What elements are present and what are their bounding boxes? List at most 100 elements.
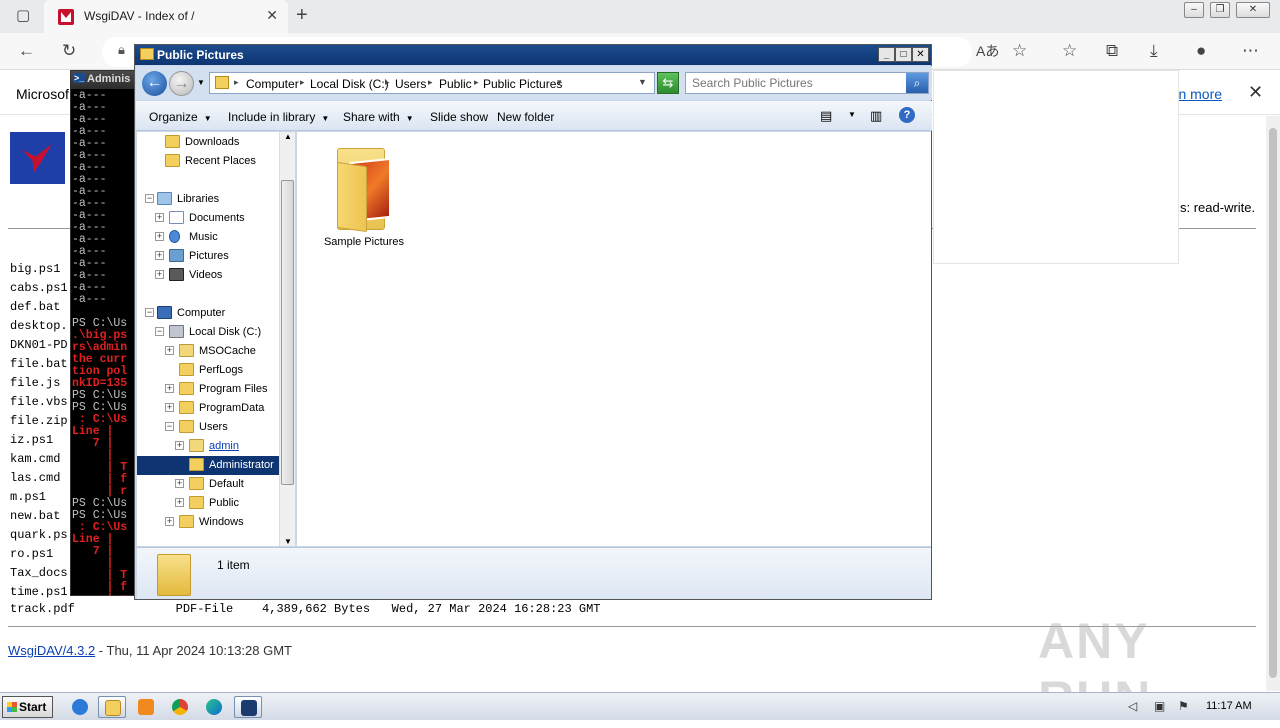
file-row[interactable]: DKN01-PD bbox=[10, 336, 68, 355]
tree-item-perflogs[interactable]: PerfLogs bbox=[165, 361, 279, 380]
tree-item-users[interactable]: − Users bbox=[165, 418, 279, 437]
taskbar-powershell[interactable] bbox=[234, 696, 262, 718]
page-scrollbar[interactable] bbox=[1266, 116, 1280, 691]
file-row[interactable]: Tax_docs bbox=[10, 564, 68, 583]
file-row[interactable]: las.cmd bbox=[10, 469, 68, 488]
profile-avatar-icon[interactable]: ● bbox=[1196, 41, 1206, 61]
address-dropdown-icon[interactable]: ▼ bbox=[638, 77, 647, 87]
tree-item-documents[interactable]: + Documents bbox=[155, 209, 279, 228]
clock[interactable]: 11:17 AM bbox=[1206, 700, 1252, 712]
downloads-icon[interactable]: ⤓ bbox=[1150, 41, 1158, 61]
browser-minimize-button[interactable]: – bbox=[1184, 2, 1204, 18]
file-row[interactable]: time.ps1 bbox=[10, 583, 68, 602]
explorer-titlebar[interactable]: Public Pictures _ □ ✕ bbox=[135, 45, 931, 65]
wsgidav-version-link[interactable]: WsgiDAV/4.3.2 bbox=[8, 643, 95, 658]
search-icon[interactable]: ⌕ bbox=[906, 73, 928, 93]
powershell-window[interactable]: Adminis -a--- -a--- -a--- -a--- -a--- -a… bbox=[70, 70, 141, 596]
slide-show-button[interactable]: Slide show bbox=[430, 110, 488, 124]
view-dropdown-icon[interactable]: ▼ bbox=[848, 110, 856, 119]
file-row[interactable]: file.zip bbox=[10, 412, 68, 431]
sample-pictures-folder[interactable]: Sample Pictures bbox=[319, 142, 409, 248]
breadcrumb-arrow-icon[interactable]: ▸ bbox=[385, 77, 390, 88]
organize-button[interactable]: Organize ▼ bbox=[149, 110, 212, 124]
taskbar-chrome[interactable] bbox=[166, 696, 194, 718]
info-bar-close-icon[interactable]: ✕ bbox=[1248, 82, 1263, 103]
tree-item-music[interactable]: + Music bbox=[155, 228, 279, 247]
file-row[interactable]: new.bat bbox=[10, 507, 68, 526]
maximize-button[interactable]: □ bbox=[895, 47, 912, 62]
breadcrumb-arrow-icon[interactable]: ▸ bbox=[300, 77, 305, 88]
collections-icon[interactable]: ⧉ bbox=[1106, 41, 1118, 61]
search-box[interactable]: ⌕ bbox=[685, 72, 929, 94]
tree-item-pictures[interactable]: + Pictures bbox=[155, 247, 279, 266]
new-folder-button[interactable]: New folder bbox=[497, 110, 554, 124]
search-input[interactable] bbox=[686, 73, 896, 93]
tree-item-recent-places[interactable]: Recent Places bbox=[151, 152, 279, 171]
taskbar-edge[interactable] bbox=[200, 696, 228, 718]
browser-close-button[interactable]: ✕ bbox=[1236, 2, 1270, 18]
read-aloud-icon[interactable]: Aあ bbox=[976, 41, 999, 61]
tree-scrollbar-thumb[interactable] bbox=[281, 180, 294, 485]
breadcrumb-users[interactable]: Users bbox=[395, 77, 426, 91]
tree-item-admin[interactable]: + admin bbox=[175, 437, 279, 456]
tree-item-public[interactable]: + Public bbox=[175, 494, 279, 513]
refresh-button[interactable]: ⇆ bbox=[657, 72, 679, 94]
file-row[interactable]: desktop. bbox=[10, 317, 68, 336]
recent-pages-dropdown-icon[interactable]: ▼ bbox=[197, 78, 205, 87]
breadcrumb[interactable]: ▸ Computer ▸ Local Disk (C:) ▸ Users ▸ P… bbox=[209, 72, 655, 94]
tree-item-program-files[interactable]: + Program Files bbox=[165, 380, 279, 399]
taskbar-explorer[interactable] bbox=[98, 696, 126, 718]
tree-item-videos[interactable]: + Videos bbox=[155, 266, 279, 285]
scroll-down-icon[interactable]: ▼ bbox=[281, 537, 295, 546]
forward-button[interactable]: → bbox=[169, 71, 194, 96]
tree-scrollbar[interactable]: ▲ ▼ bbox=[279, 132, 295, 546]
help-icon[interactable]: ? bbox=[899, 107, 915, 123]
breadcrumb-public[interactable]: Public bbox=[439, 77, 472, 91]
file-row[interactable]: file.js bbox=[10, 374, 68, 393]
tab-close-icon[interactable]: ✕ bbox=[266, 7, 278, 24]
tree-item-windows[interactable]: + Windows bbox=[165, 513, 279, 532]
preview-pane-icon[interactable]: ▥ bbox=[870, 108, 882, 124]
breadcrumb-public-pictures[interactable]: Public Pictures bbox=[483, 77, 562, 91]
file-row[interactable]: file.vbs bbox=[10, 393, 68, 412]
new-tab-icon[interactable]: + bbox=[296, 4, 308, 27]
scroll-up-icon[interactable]: ▲ bbox=[281, 132, 295, 141]
tree-item-msocache[interactable]: + MSOCache bbox=[165, 342, 279, 361]
start-button[interactable]: Start bbox=[2, 696, 53, 718]
include-in-library-button[interactable]: Include in library ▼ bbox=[228, 110, 329, 124]
tab-actions-icon[interactable]: ▢ bbox=[16, 6, 30, 24]
add-favorite-icon[interactable]: ☆ bbox=[1012, 41, 1027, 61]
taskbar-media-player[interactable] bbox=[132, 696, 160, 718]
file-row[interactable]: file.bat bbox=[10, 355, 68, 374]
browser-tab[interactable]: WsgiDAV - Index of / ✕ bbox=[44, 0, 288, 33]
file-row-track[interactable]: track.pdf PDF-File 4,389,662 Bytes Wed, … bbox=[10, 602, 601, 616]
powershell-title[interactable]: Adminis bbox=[71, 71, 141, 89]
network-icon[interactable]: ▣ bbox=[1154, 699, 1168, 713]
breadcrumb-local-disk[interactable]: Local Disk (C:) bbox=[310, 77, 389, 91]
view-options-icon[interactable]: ▤ bbox=[820, 108, 832, 124]
browser-restore-button[interactable]: ❐ bbox=[1210, 2, 1230, 18]
breadcrumb-arrow-icon[interactable]: ▸ bbox=[234, 77, 239, 88]
scrollbar-thumb[interactable] bbox=[1269, 128, 1277, 678]
file-row[interactable]: kam.cmd bbox=[10, 450, 68, 469]
action-center-flag-icon[interactable]: ⚑ bbox=[1178, 699, 1192, 713]
breadcrumb-computer[interactable]: Computer bbox=[246, 77, 299, 91]
file-row[interactable]: quark.ps bbox=[10, 526, 68, 545]
file-row[interactable]: ro.ps1 bbox=[10, 545, 68, 564]
refresh-icon[interactable]: ↻ bbox=[62, 41, 76, 61]
tree-item-libraries[interactable]: − Libraries bbox=[145, 190, 279, 209]
tree-item-downloads[interactable]: Downloads bbox=[151, 133, 279, 152]
close-button[interactable]: ✕ bbox=[912, 47, 929, 62]
breadcrumb-arrow-icon[interactable]: ▸ bbox=[474, 77, 479, 88]
breadcrumb-arrow-icon[interactable]: ▾ bbox=[557, 77, 562, 88]
tree-item-administrator[interactable]: Administrator bbox=[137, 456, 279, 475]
taskbar-ie[interactable] bbox=[66, 696, 94, 718]
back-arrow-icon[interactable]: ← bbox=[18, 41, 35, 61]
breadcrumb-arrow-icon[interactable]: ▸ bbox=[428, 77, 433, 88]
file-row[interactable]: big.ps1 bbox=[10, 260, 68, 279]
minimize-button[interactable]: _ bbox=[878, 47, 895, 62]
file-row[interactable]: m.ps1 bbox=[10, 488, 68, 507]
favorites-icon[interactable]: ☆ bbox=[1062, 41, 1077, 61]
file-row[interactable]: cabs.ps1 bbox=[10, 279, 68, 298]
tree-item-default[interactable]: + Default bbox=[175, 475, 279, 494]
